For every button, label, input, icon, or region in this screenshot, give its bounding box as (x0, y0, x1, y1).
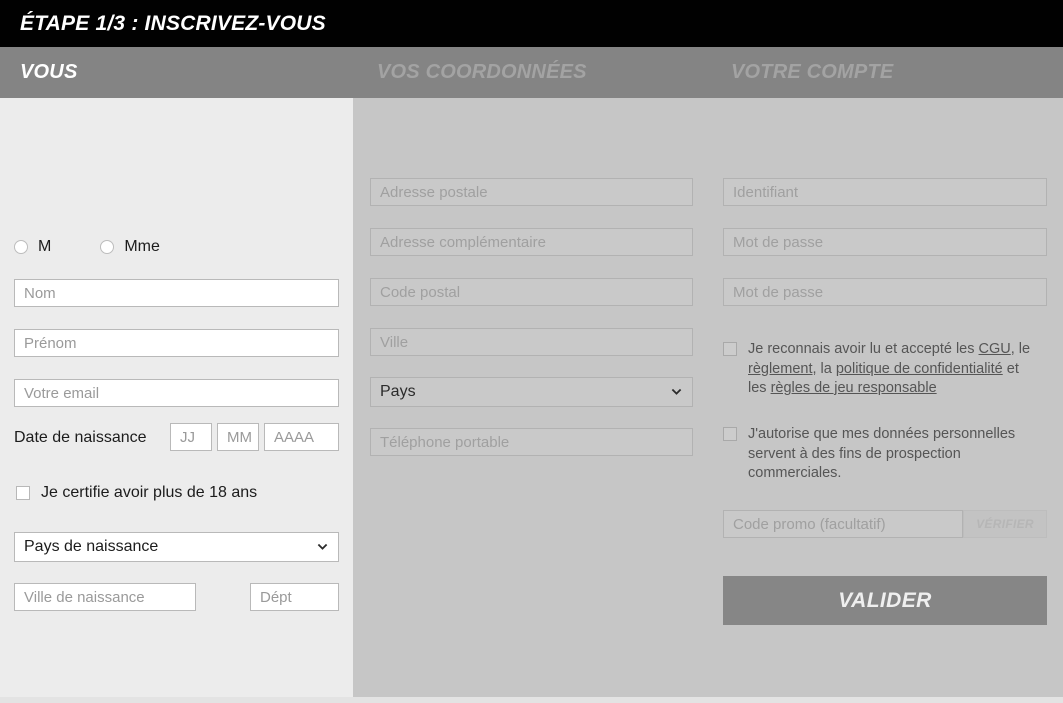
adresse-postale-input[interactable]: Adresse postale (370, 178, 693, 206)
age-confirmation-checkbox-row[interactable]: Je certifie avoir plus de 18 ans (16, 484, 257, 502)
gender-option-m[interactable]: M (14, 238, 51, 256)
radio-icon-mme[interactable] (100, 240, 115, 254)
validate-button[interactable]: VALIDER (723, 576, 1047, 625)
password-input[interactable]: Mot de passe (723, 228, 1047, 256)
link-reglement[interactable]: règlement (748, 361, 812, 377)
promo-code-input[interactable]: Code promo (facultatif) (723, 510, 963, 538)
radio-icon-m[interactable] (14, 240, 28, 254)
tab-votre-compte[interactable]: VOTRE COMPTE (731, 47, 893, 98)
identifiant-input[interactable]: Identifiant (723, 178, 1047, 206)
column-vos-coordonnees: Adresse postale Adresse complémentaire C… (353, 98, 708, 697)
terms-text-3: , la (812, 360, 836, 377)
age-confirmation-label: Je certifie avoir plus de 18 ans (41, 484, 258, 501)
birth-city-input[interactable]: Ville de naissance (14, 583, 196, 611)
link-regles-jeu-responsable[interactable]: règles de jeu responsable (771, 380, 937, 396)
birth-country-select[interactable]: Pays de naissance (14, 532, 339, 562)
checkbox-icon-terms[interactable] (723, 342, 737, 356)
tab-vous[interactable]: VOUS (20, 47, 77, 98)
dob-year-input[interactable]: AAAA (264, 423, 339, 451)
telephone-input[interactable]: Téléphone portable (370, 428, 693, 456)
column-vous: M Mme Nom Prénom Votre email Date de nai… (0, 98, 353, 697)
ville-input[interactable]: Ville (370, 328, 693, 356)
step-tab-bar: VOUS VOS COORDONNÉES VOTRE COMPTE (0, 47, 1063, 98)
birth-dept-input[interactable]: Dépt (250, 583, 339, 611)
code-postal-input[interactable]: Code postal (370, 278, 693, 306)
checkbox-icon-marketing[interactable] (723, 427, 737, 441)
checkbox-icon-age[interactable] (16, 486, 30, 500)
registration-page: ÉTAPE 1/3 : INSCRIVEZ-VOUS VOUS VOS COOR… (0, 0, 1063, 703)
page-title: ÉTAPE 1/3 : INSCRIVEZ-VOUS (20, 11, 326, 35)
pays-value: Pays (380, 383, 416, 400)
terms-text-1: Je reconnais avoir lu et accepté les (748, 341, 979, 357)
verify-promo-button[interactable]: VÉRIFIER (963, 510, 1047, 538)
nom-input[interactable]: Nom (14, 279, 339, 307)
password-confirm-input[interactable]: Mot de passe (723, 278, 1047, 306)
gender-radio-group: M Mme (14, 238, 209, 256)
terms-text-2: , le (1010, 341, 1031, 357)
terms-consent-row[interactable]: Je reconnais avoir lu et accepté les CGU… (723, 340, 1034, 399)
email-input[interactable]: Votre email (14, 379, 339, 407)
chevron-down-icon-birth-country (317, 543, 328, 550)
gender-label-m: M (38, 238, 52, 255)
prenom-input[interactable]: Prénom (14, 329, 339, 357)
link-politique-confidentialite[interactable]: politique de confidentialité (836, 361, 1003, 377)
dob-month-input[interactable]: MM (217, 423, 259, 451)
link-cgu[interactable]: CGU (979, 341, 1011, 357)
dob-day-input[interactable]: JJ (170, 423, 212, 451)
marketing-consent-row[interactable]: J'autorise que mes données personnelles … (723, 425, 1034, 484)
title-bar: ÉTAPE 1/3 : INSCRIVEZ-VOUS (0, 0, 1063, 47)
tab-vos-coordonnees[interactable]: VOS COORDONNÉES (377, 47, 587, 98)
terms-consent-text: Je reconnais avoir lu et accepté les CGU… (748, 340, 1034, 399)
adresse-complementaire-input[interactable]: Adresse complémentaire (370, 228, 693, 256)
chevron-down-icon-pays (671, 388, 682, 395)
pays-select[interactable]: Pays (370, 377, 693, 407)
date-of-birth-label: Date de naissance (14, 429, 147, 446)
marketing-consent-text: J'autorise que mes données personnelles … (748, 426, 1016, 481)
gender-option-mme[interactable]: Mme (100, 238, 160, 256)
gender-label-mme: Mme (124, 238, 160, 255)
birth-country-value: Pays de naissance (24, 538, 159, 555)
